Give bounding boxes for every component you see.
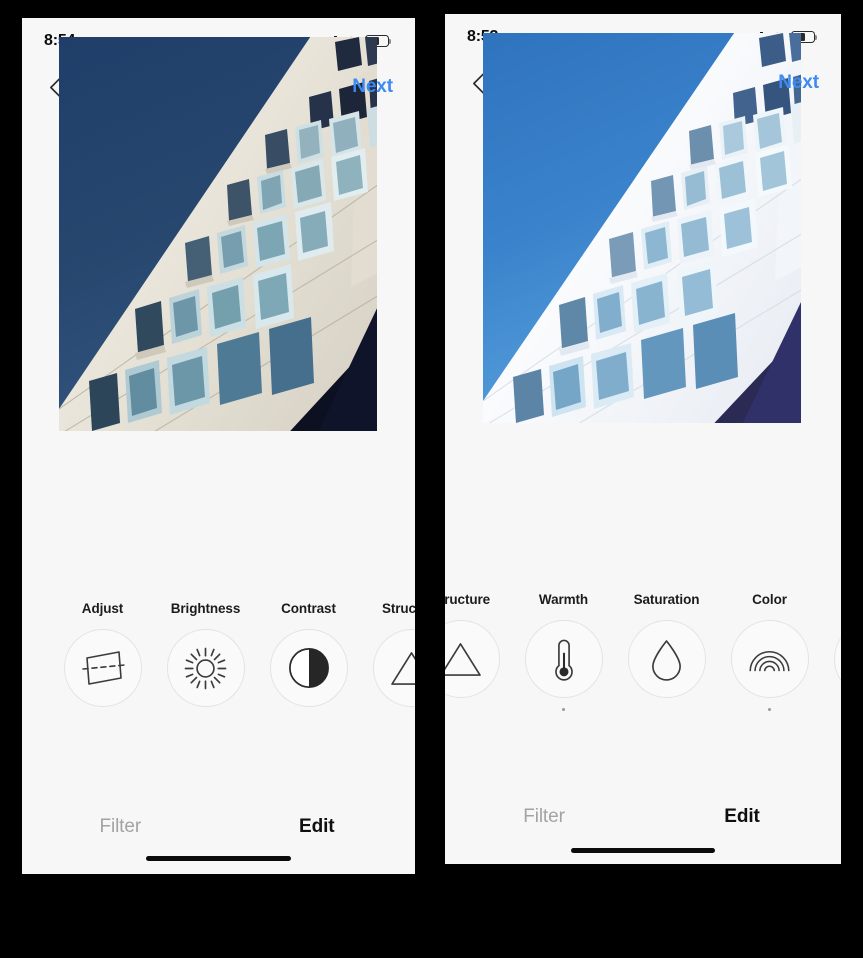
- edit-tools-strip: Structure Warmth: [445, 592, 841, 711]
- tool-adjust[interactable]: Adjust: [51, 601, 154, 720]
- tab-filter[interactable]: Filter: [445, 806, 643, 828]
- tool-label: Brightness: [170, 601, 241, 616]
- home-indicator[interactable]: [571, 848, 715, 853]
- tool-color[interactable]: Color: [718, 592, 821, 711]
- tool-label: Saturation: [633, 592, 700, 607]
- photo-left-illustration: [59, 37, 377, 431]
- next-button[interactable]: Next: [778, 72, 819, 94]
- tab-edit[interactable]: Edit: [219, 816, 416, 838]
- tool-icon-circle[interactable]: [63, 629, 142, 707]
- triangle-icon: [445, 642, 481, 676]
- rainbow-icon: [749, 650, 790, 671]
- edit-tools-strip: Adjust Brightness Contrast Struc: [51, 601, 415, 720]
- tool-label: Adjust: [81, 601, 124, 616]
- tool-label: Structure: [445, 592, 491, 607]
- adjust-perspective-icon: [81, 651, 125, 685]
- tool-color-value-dot: [768, 708, 771, 711]
- tool-brightness[interactable]: Brightness: [154, 601, 257, 720]
- tab-edit[interactable]: Edit: [643, 806, 841, 828]
- tool-partial-next[interactable]: [821, 592, 841, 711]
- droplet-icon: [652, 639, 681, 681]
- tool-icon-circle[interactable]: [833, 620, 841, 698]
- screenshot-canvas: 8:54: [0, 0, 863, 958]
- tool-icon-circle[interactable]: [166, 629, 245, 707]
- tool-icon-circle[interactable]: [730, 620, 809, 698]
- tool-icon-circle[interactable]: [524, 620, 603, 698]
- tool-icon-circle[interactable]: [445, 620, 500, 698]
- tool-label: Structure: [381, 601, 415, 616]
- phone-screen-left: 8:54: [22, 18, 415, 874]
- edited-photo-preview[interactable]: [59, 37, 377, 431]
- tool-structure[interactable]: Structure: [445, 592, 512, 711]
- next-button[interactable]: Next: [352, 76, 393, 98]
- tool-structure[interactable]: Structure: [360, 601, 415, 720]
- tool-icon-circle[interactable]: [372, 629, 415, 707]
- tool-icon-circle[interactable]: [269, 629, 348, 707]
- photo-left-content: [59, 37, 377, 431]
- edited-photo-preview[interactable]: [483, 33, 801, 423]
- bottom-tab-bar: Filter Edit: [445, 806, 841, 828]
- tool-icon-circle[interactable]: [627, 620, 706, 698]
- tool-saturation[interactable]: Saturation: [615, 592, 718, 711]
- photo-right-content: [483, 33, 801, 423]
- triangle-icon: [391, 651, 415, 685]
- tool-contrast[interactable]: Contrast: [257, 601, 360, 720]
- tab-filter[interactable]: Filter: [22, 816, 219, 838]
- thermometer-icon: [554, 639, 573, 681]
- home-indicator[interactable]: [146, 856, 291, 861]
- tool-warmth-value-dot: [562, 708, 565, 711]
- tool-label: Contrast: [281, 601, 336, 616]
- bottom-tab-bar: Filter Edit: [22, 816, 415, 838]
- tool-warmth[interactable]: Warmth: [512, 592, 615, 711]
- contrast-circle-icon: [288, 648, 329, 688]
- photo-right-illustration: [483, 33, 801, 423]
- sun-icon: [184, 647, 227, 689]
- phone-screen-right: 8:53: [445, 14, 841, 864]
- tool-label: Color: [752, 592, 787, 607]
- tool-label: Warmth: [538, 592, 589, 607]
